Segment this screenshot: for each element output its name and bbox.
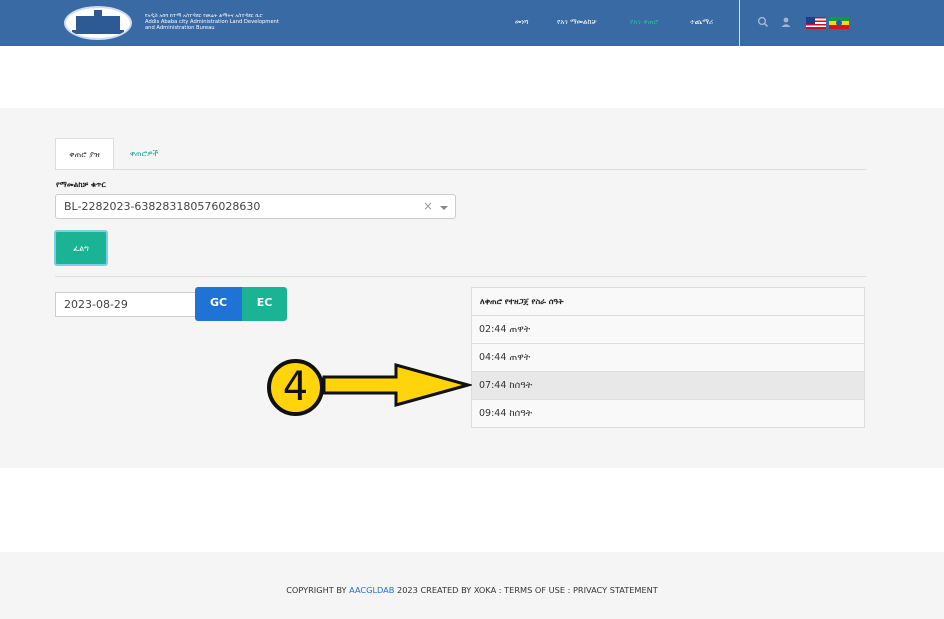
clear-icon[interactable]: ×: [423, 199, 433, 213]
time-slot-item[interactable]: 04:44 ጠዋት: [472, 344, 864, 372]
org-name: የአዲስ አበባ ከተማ አስተዳደር የመሬት ልማትና አስተዳደር ቢሮ …: [145, 13, 325, 32]
time-slot-item-highlighted[interactable]: 07:44 ከሰዓት: [472, 372, 864, 400]
nav-application[interactable]: የአገ ማመልከቻ: [557, 18, 597, 27]
search-icon[interactable]: [757, 16, 769, 28]
ethiopia-flag-icon[interactable]: [829, 17, 849, 29]
top-navbar: የአዲስ አበባ ከተማ አስተዳደር የመሬት ልማትና አስተዳደር ቢሮ …: [0, 0, 944, 46]
nav-separator: [739, 0, 740, 46]
section-divider: [55, 276, 866, 277]
time-slot-item[interactable]: 02:44 ጠዋት: [472, 316, 864, 344]
time-slot-item[interactable]: 09:44 ከሰዓት: [472, 400, 864, 428]
footer-copyright: COPYRIGHT BY AACGLDAB 2023 CREATED BY XO…: [0, 585, 944, 595]
org-name-line-english-2: and Administration Bureau: [145, 25, 215, 32]
bureau-logo[interactable]: [64, 6, 132, 40]
gc-calendar-button[interactable]: GC: [195, 287, 242, 321]
time-slot-list: ለቀጠሮ የተዘጋጀ የስራ ሰዓት 02:44 ጠዋት 04:44 ጠዋት 0…: [471, 287, 865, 428]
step-number-badge: 4: [267, 359, 324, 416]
application-number-label: የማመልከቻ ቁጥር: [56, 180, 106, 189]
date-input[interactable]: 2023-08-29: [55, 292, 196, 317]
logo-base-shape: [72, 30, 124, 34]
footer-suffix: 2023 CREATED BY XOKA : TERMS OF USE : PR…: [394, 585, 658, 595]
tab-underline: [55, 169, 866, 170]
search-button[interactable]: ፈልግ: [54, 230, 108, 266]
tab-appointments[interactable]: ቀጠሮዎች: [119, 138, 169, 170]
ethiopia-flag-emblem: [836, 20, 842, 26]
ec-calendar-button[interactable]: EC: [242, 287, 287, 321]
time-slot-header: ለቀጠሮ የተዘጋጀ የስራ ሰዓት: [472, 288, 864, 316]
user-icon[interactable]: [780, 16, 792, 28]
us-flag-canton: [806, 17, 815, 24]
nav-appointment[interactable]: የአገ ቀጠሮ: [630, 18, 658, 27]
nav-home[interactable]: መነሻ: [515, 18, 528, 27]
footer-org-link[interactable]: AACGLDAB: [349, 585, 394, 595]
logo-building-shape: [76, 10, 120, 30]
chevron-down-icon[interactable]: [440, 206, 448, 210]
application-number-select[interactable]: BL-2282023-638283180576028630 ×: [55, 194, 456, 219]
pointer-arrow-icon: [322, 363, 472, 407]
application-number-value: BL-2282023-638283180576028630: [64, 200, 261, 213]
nav-more[interactable]: ተጨማሪ: [690, 18, 713, 27]
us-flag-icon[interactable]: [806, 17, 826, 29]
footer-prefix: COPYRIGHT BY: [286, 585, 350, 595]
tab-book-appointment[interactable]: ቀጠሮ ያዝ: [55, 138, 114, 170]
